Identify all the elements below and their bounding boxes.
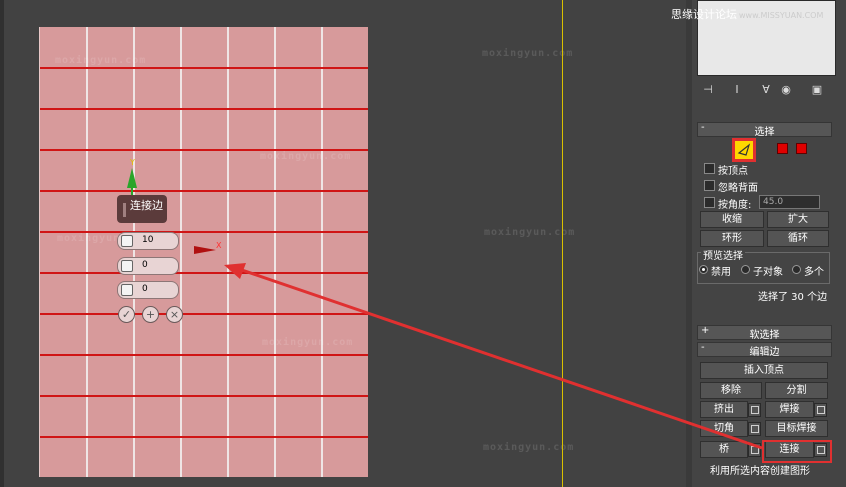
preview-disabled-radio[interactable] [699, 265, 708, 274]
gizmo-y-label: Y [130, 158, 135, 167]
preview-disabled-label: 禁用 [711, 267, 731, 278]
mesh-edge-vertical [321, 27, 323, 477]
selected-edge [40, 395, 368, 397]
watermark: moxingyun.com [55, 55, 147, 66]
watermark-site-cn: 思缘设计论坛 [671, 8, 737, 21]
show-end-result-icon[interactable]: Ⅰ [729, 83, 745, 97]
polygon-selection-icon[interactable] [777, 143, 788, 154]
selected-edge [40, 272, 368, 274]
grow-button[interactable]: 扩大 [767, 211, 829, 228]
gizmo-y-arrow-icon[interactable] [127, 168, 137, 188]
mesh-edge-vertical [133, 27, 135, 477]
remove-button[interactable]: 移除 [700, 382, 762, 399]
check-icon[interactable]: ✓ [118, 306, 135, 323]
ignore-backfacing-label: 忽略背面 [718, 183, 758, 194]
watermark: moxingyun.com [483, 442, 575, 453]
watermark: moxingyun.com [482, 48, 574, 59]
preview-multi-label: 多个 [804, 267, 824, 278]
soft-selection-rollout[interactable]: + 软选择 [697, 325, 832, 341]
segments-value: 10 [142, 235, 154, 245]
bridge-button[interactable]: 桥 [700, 441, 748, 458]
edit-edges-rollout[interactable]: - 编辑边 [697, 342, 832, 358]
edit-edges-rollout-title: 编辑边 [749, 347, 780, 358]
pinch-spinner[interactable]: 0 [117, 257, 179, 275]
mesh-edge-vertical [86, 27, 88, 477]
preview-selection-label: 预览选择 [701, 247, 745, 262]
x-icon[interactable]: × [166, 306, 183, 323]
viewport-border [0, 0, 4, 487]
selected-edge [40, 67, 368, 69]
shrink-button[interactable]: 收缩 [700, 211, 764, 228]
connect-highlight-annotation [762, 440, 832, 463]
watermark-site: 思缘设计论坛 www.MISSYUAN.COM [671, 6, 823, 22]
watermark: moxingyun.com [262, 337, 354, 348]
mesh-edge-vertical [227, 27, 229, 477]
selected-edge [40, 108, 368, 110]
mesh-edge-vertical [274, 27, 276, 477]
selected-edge [40, 190, 368, 192]
make-unique-icon[interactable]: ∀ [758, 83, 774, 97]
plus-icon[interactable]: + [142, 306, 159, 323]
by-vertex-label: 按顶点 [718, 166, 748, 177]
watermark: moxingyun.com [260, 151, 352, 162]
panel-divider[interactable] [686, 0, 692, 487]
watermark-site-url: www.MISSYUAN.COM [739, 11, 824, 20]
weld-settings-icon[interactable] [814, 403, 827, 417]
selected-edge [40, 436, 368, 438]
element-selection-icon[interactable] [796, 143, 807, 154]
by-angle-checkbox[interactable] [704, 197, 715, 208]
loop-button[interactable]: 循环 [767, 230, 829, 247]
by-vertex-checkbox[interactable] [704, 163, 715, 174]
segments-icon [121, 235, 133, 247]
gizmo-x-label: X [216, 241, 222, 250]
selection-rollout[interactable]: - 选择 [697, 122, 832, 138]
selected-edge [40, 354, 368, 356]
preview-subobject-label: 子对象 [753, 267, 783, 278]
mesh-edge-vertical [180, 27, 182, 477]
caddy-title-label: 连接边 [130, 199, 163, 212]
pinch-icon [121, 260, 133, 272]
ring-button[interactable]: 环形 [700, 230, 764, 247]
slide-icon [121, 284, 133, 296]
extrude-button[interactable]: 挤出 [700, 401, 748, 418]
gizmo-x-arrow-icon[interactable] [194, 246, 216, 254]
slide-spinner[interactable]: 0 [117, 281, 179, 299]
create-shape-label[interactable]: 利用所选内容创建图形 [710, 462, 810, 477]
bridge-settings-icon[interactable] [748, 443, 761, 457]
chamfer-button[interactable]: 切角 [700, 420, 748, 437]
edge-selection-icon[interactable] [732, 138, 756, 162]
weld-button[interactable]: 焊接 [765, 401, 814, 418]
caddy-grip-icon[interactable] [123, 203, 126, 217]
pin-stack-icon[interactable]: ⊣ [700, 83, 716, 97]
chamfer-settings-icon[interactable] [748, 422, 761, 436]
soft-selection-rollout-title: 软选择 [749, 330, 780, 341]
configure-modifier-sets-icon[interactable]: ▣ [809, 83, 825, 97]
selection-rollout-title: 选择 [754, 127, 775, 138]
extrude-settings-icon[interactable] [748, 403, 761, 417]
ignore-backfacing-checkbox[interactable] [704, 180, 715, 191]
split-button[interactable]: 分割 [765, 382, 828, 399]
by-angle-label: 按角度: [718, 200, 752, 211]
connect-edges-caddy-title[interactable]: 连接边 [117, 195, 167, 223]
perspective-viewport[interactable]: moxingyun.com moxingyun.com moxingyun.co… [0, 0, 777, 487]
active-axis-line [562, 0, 563, 487]
target-weld-button[interactable]: 目标焊接 [765, 420, 828, 437]
pinch-value: 0 [142, 260, 148, 270]
preview-multi-radio[interactable] [792, 265, 801, 274]
slide-value: 0 [142, 284, 148, 294]
preview-subobject-radio[interactable] [741, 265, 750, 274]
selected-edge [40, 313, 368, 315]
insert-vertex-button[interactable]: 插入顶点 [700, 362, 828, 379]
segments-spinner[interactable]: 10 [117, 232, 179, 250]
angle-spinner[interactable]: 45.0 [759, 195, 820, 209]
remove-modifier-icon[interactable]: ◉ [778, 83, 794, 97]
selection-status: 选择了 30 个边 [758, 292, 828, 303]
